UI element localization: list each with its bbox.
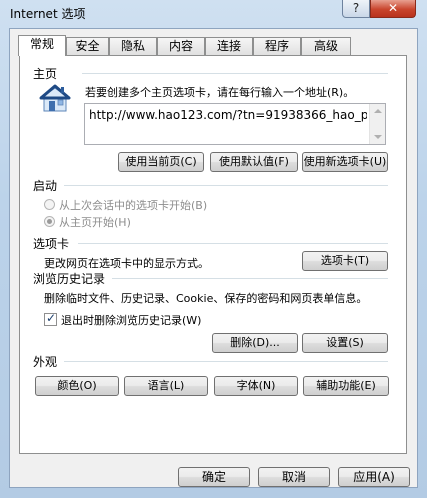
- delete-on-exit-checkbox[interactable]: [44, 311, 57, 326]
- home-group-heading: 主页: [33, 65, 62, 82]
- delete-on-exit-label: 退出时删除浏览历史记录(W): [61, 314, 202, 327]
- home-url-value: http://www.hao123.com/?tn=91938366_hao_p…: [89, 108, 367, 122]
- radio-last-session-label: 从上次会话中的选项卡开始(B): [59, 199, 208, 212]
- radio-home-page[interactable]: [44, 216, 55, 227]
- languages-button[interactable]: 语言(L): [124, 376, 208, 396]
- tab-connections[interactable]: 连接: [205, 37, 253, 55]
- tab-security[interactable]: 安全: [66, 37, 109, 55]
- help-button[interactable]: ?: [342, 0, 370, 18]
- tabs-settings-button[interactable]: 选项卡(T): [302, 251, 388, 271]
- accessibility-button[interactable]: 辅助功能(E): [303, 376, 389, 396]
- title-bar: Internet 选项 ? ✕: [0, 0, 427, 28]
- fonts-button[interactable]: 字体(N): [214, 376, 298, 396]
- home-group-divider: [82, 73, 388, 74]
- apply-button[interactable]: 应用(A): [338, 467, 410, 487]
- use-current-button[interactable]: 使用当前页(C): [118, 152, 204, 172]
- home-instruction: 若要创建多个主页选项卡，请在每行输入一个地址(R)。: [85, 86, 355, 99]
- use-default-button[interactable]: 使用默认值(F): [210, 152, 298, 172]
- appearance-group-divider: [64, 361, 388, 362]
- ok-button[interactable]: 确定: [178, 467, 250, 487]
- textarea-scrollbar[interactable]: [369, 104, 385, 144]
- tabs-group-divider: [78, 243, 388, 244]
- use-new-tab-button[interactable]: 使用新选项卡(U): [302, 152, 388, 172]
- tabs-description: 更改网页在选项卡中的显示方式。: [44, 257, 209, 270]
- history-group-divider: [112, 278, 388, 279]
- tab-programs[interactable]: 程序: [253, 37, 301, 55]
- tab-privacy[interactable]: 隐私: [109, 37, 157, 55]
- window-title: Internet 选项: [10, 7, 86, 21]
- home-url-textarea[interactable]: http://www.hao123.com/?tn=91938366_hao_p…: [84, 103, 386, 145]
- startup-group-heading: 启动: [33, 177, 62, 194]
- startup-group-divider: [64, 185, 388, 186]
- delete-history-button[interactable]: 删除(D)...: [212, 333, 298, 353]
- close-button[interactable]: ✕: [370, 0, 416, 18]
- colors-button[interactable]: 颜色(O): [35, 376, 119, 396]
- tab-content[interactable]: 内容: [157, 37, 205, 55]
- history-settings-button[interactable]: 设置(S): [302, 333, 388, 353]
- history-group-heading: 浏览历史记录: [33, 270, 110, 287]
- radio-home-page-label: 从主页开始(H): [59, 216, 131, 229]
- appearance-group-heading: 外观: [33, 353, 62, 370]
- history-description: 删除临时文件、历史记录、Cookie、保存的密码和网页表单信息。: [44, 292, 368, 305]
- cancel-button[interactable]: 取消: [258, 467, 330, 487]
- radio-last-session[interactable]: [44, 199, 55, 210]
- house-icon: [37, 81, 73, 115]
- tab-advanced[interactable]: 高级: [301, 37, 351, 55]
- tab-general[interactable]: 常规: [18, 35, 66, 56]
- scroll-up-icon[interactable]: [374, 109, 382, 113]
- scroll-down-icon[interactable]: [374, 135, 382, 139]
- tabs-group-heading: 选项卡: [33, 235, 74, 252]
